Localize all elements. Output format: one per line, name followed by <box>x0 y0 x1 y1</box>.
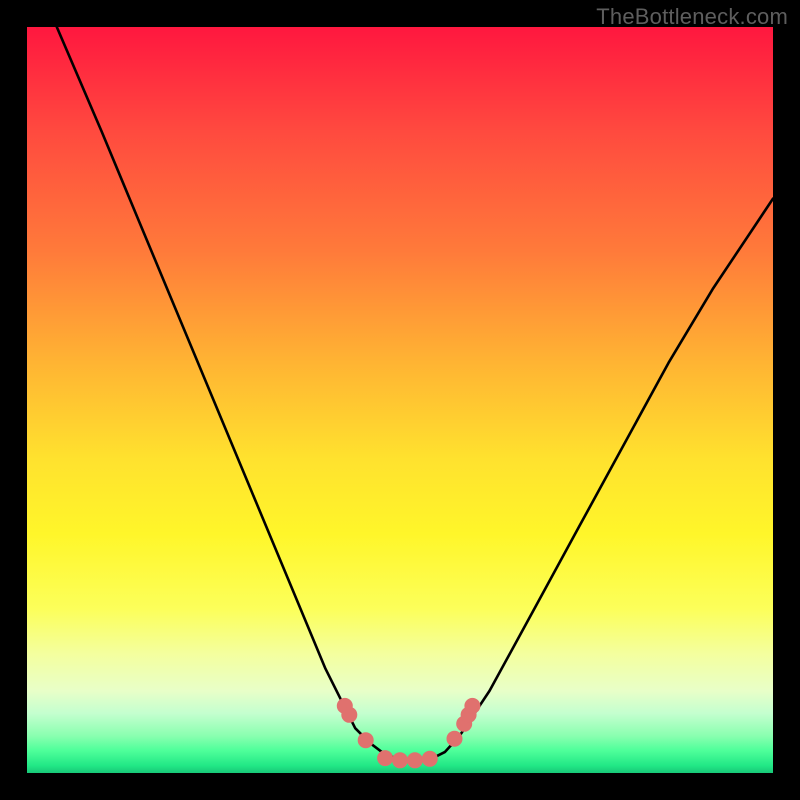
marker-right-1 <box>447 731 463 747</box>
marker-right-4 <box>464 698 480 714</box>
marker-bottom-1 <box>377 750 393 766</box>
marker-bottom-4 <box>422 751 438 767</box>
watermark-label: TheBottleneck.com <box>596 4 788 30</box>
marker-left-3 <box>358 732 374 748</box>
chart-frame: TheBottleneck.com <box>0 0 800 800</box>
marker-left-2 <box>341 707 357 723</box>
bottleneck-curve <box>57 27 773 762</box>
chart-svg <box>27 27 773 773</box>
marker-bottom-3 <box>407 752 423 768</box>
marker-bottom-2 <box>392 752 408 768</box>
